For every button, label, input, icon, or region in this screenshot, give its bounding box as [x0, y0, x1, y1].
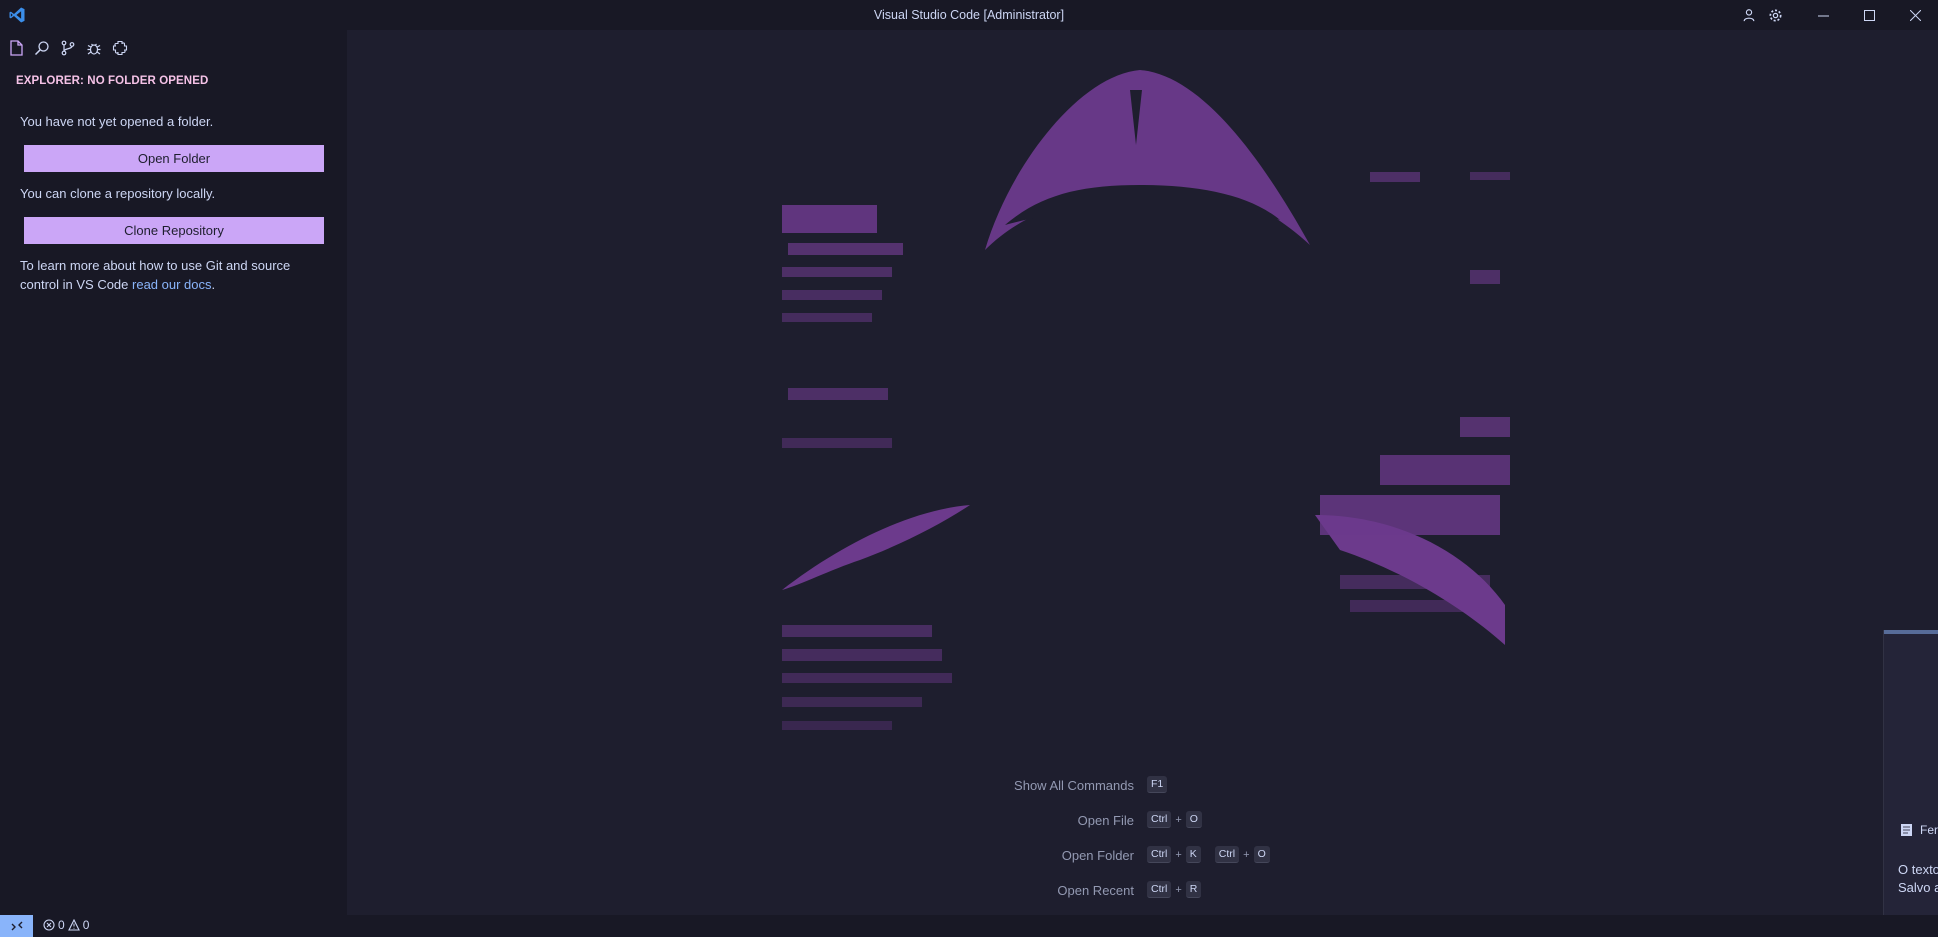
toast-title: Fer	[1920, 823, 1938, 837]
notification-toast[interactable]: Fer O texto Salvo a	[1883, 630, 1938, 915]
editor-area: Show All Commands F1 Open File Ctrl + O …	[347, 30, 1938, 915]
toast-progress	[1884, 630, 1938, 634]
watermark-image	[782, 70, 1510, 730]
key-f1: F1	[1147, 776, 1168, 793]
error-count: 0	[58, 918, 65, 932]
sidebar: EXPLORER: NO FOLDER OPENED You have not …	[0, 30, 347, 915]
clone-message: You can clone a repository locally.	[20, 186, 216, 201]
error-icon	[43, 919, 55, 931]
key-ctrl: Ctrl	[1147, 846, 1172, 863]
remote-indicator[interactable]	[0, 915, 33, 937]
explorer-title: EXPLORER: NO FOLDER OPENED	[16, 75, 209, 87]
key-k: K	[1185, 846, 1201, 863]
learn-more-suffix: .	[211, 277, 216, 292]
remote-icon	[11, 921, 22, 931]
explorer-icon[interactable]	[6, 38, 26, 58]
learn-more-text: To learn more about how to use Git and s…	[20, 256, 320, 294]
search-icon[interactable]	[32, 38, 52, 58]
title-bar: Visual Studio Code [Administrator]	[0, 0, 1938, 30]
shortcut-label: Open Recent	[1057, 882, 1134, 898]
key-o: O	[1185, 811, 1202, 828]
shortcut-label: Open Folder	[1061, 847, 1134, 863]
toast-line-2: Salvo a	[1898, 880, 1938, 895]
toast-line-1: O texto	[1898, 862, 1938, 877]
close-button[interactable]	[1892, 0, 1938, 30]
gear-icon[interactable]	[1762, 0, 1788, 30]
read-docs-link[interactable]: read our docs	[132, 277, 212, 292]
extensions-icon[interactable]	[110, 38, 130, 58]
notepad-icon	[1901, 824, 1912, 836]
vscode-logo-icon	[9, 7, 25, 23]
key-r: R	[1185, 881, 1202, 898]
key-ctrl: Ctrl	[1214, 846, 1240, 863]
warning-icon	[67, 919, 80, 931]
warning-count: 0	[82, 918, 90, 932]
key-ctrl: Ctrl	[1147, 881, 1172, 898]
maximize-button[interactable]	[1846, 0, 1892, 30]
key-ctrl: Ctrl	[1147, 811, 1172, 828]
activity-bar	[6, 38, 130, 58]
status-bar: 0 0	[0, 915, 1938, 937]
no-folder-message: You have not yet opened a folder.	[20, 114, 214, 129]
key-o: O	[1253, 846, 1270, 863]
window-title: Visual Studio Code [Administrator]	[873, 8, 1065, 22]
source-control-icon[interactable]	[58, 38, 78, 58]
problems-indicator[interactable]: 0 0	[43, 918, 89, 932]
account-icon[interactable]	[1736, 0, 1762, 30]
shortcut-label: Open File	[1077, 812, 1134, 828]
minimize-button[interactable]	[1800, 0, 1846, 30]
shortcut-label: Show All Commands	[1014, 777, 1134, 793]
open-folder-button[interactable]: Open Folder	[24, 145, 324, 172]
debug-icon[interactable]	[84, 38, 104, 58]
clone-repository-button[interactable]: Clone Repository	[24, 217, 324, 244]
